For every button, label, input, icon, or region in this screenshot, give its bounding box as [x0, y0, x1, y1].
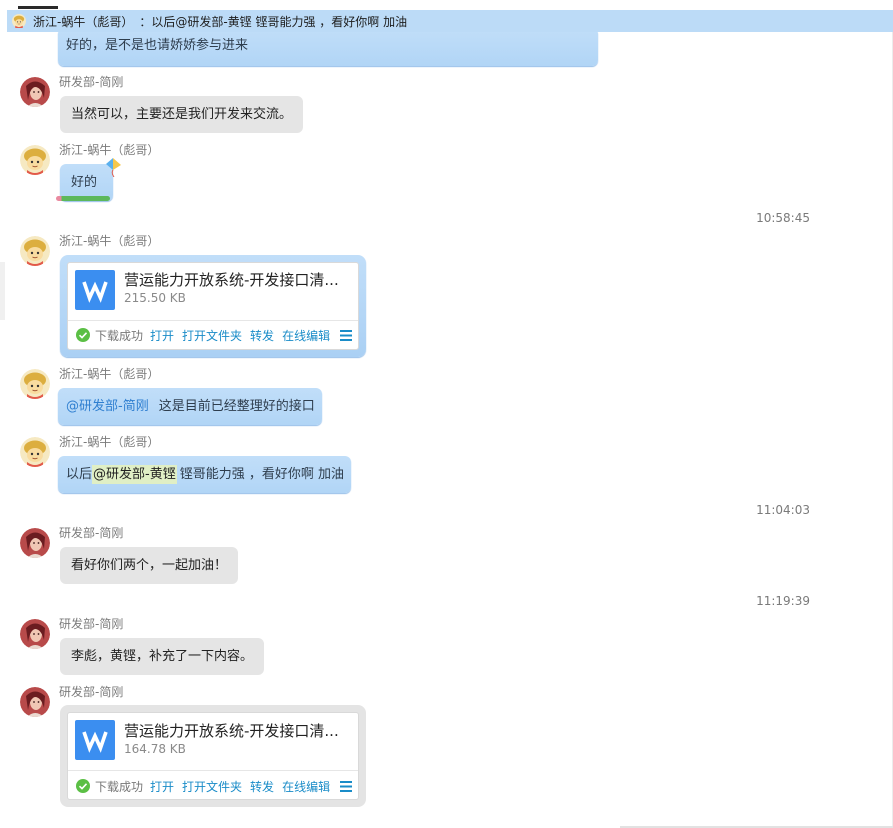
download-status: 下载成功: [95, 328, 144, 343]
message-bubble[interactable]: 当然可以，主要还是我们开发来交流。: [60, 96, 304, 133]
message-text: 好的，是不是也请娇娇参与进来: [66, 38, 249, 53]
menu-icon[interactable]: [340, 330, 352, 341]
file-action-bar: 下载成功 打开 打开文件夹 转发 在线编辑: [76, 777, 352, 795]
forward-link[interactable]: 转发: [250, 327, 274, 344]
active-tab-indicator: [18, 6, 58, 9]
message-text: 李彪，黄铿，补充了一下内容。: [71, 649, 254, 664]
word-file-icon[interactable]: [75, 720, 115, 760]
word-file-icon[interactable]: [75, 270, 115, 310]
sender-name[interactable]: 研发部-简刚: [59, 525, 123, 541]
download-success-icon: [76, 328, 90, 342]
file-name[interactable]: 营运能力开放系统-开发接口清...: [124, 270, 350, 290]
grass-decoration-icon: [56, 196, 110, 201]
message-text: 看好你们两个，一起加油！: [71, 558, 228, 573]
sender-name[interactable]: 研发部-简刚: [59, 684, 123, 700]
mention-highlight[interactable]: @研发部-黄铿: [92, 465, 177, 484]
online-edit-link[interactable]: 在线编辑: [282, 327, 330, 344]
file-card-body[interactable]: 营运能力开放系统-开发接口清... 215.50 KB 下载成功 打开 打开文件…: [67, 262, 359, 350]
left-panel-edge: [0, 262, 5, 320]
sender-name[interactable]: 研发部-简刚: [59, 74, 123, 90]
file-message-card[interactable]: 营运能力开放系统-开发接口清... 164.78 KB 下载成功 打开 打开文件…: [60, 705, 366, 807]
message-bubble[interactable]: 李彪，黄铿，补充了一下内容。: [60, 638, 265, 675]
banner-message: ：以后@研发部-黄铿 铿哥能力强 ，看好你啊 加油: [139, 14, 408, 29]
sender-name[interactable]: 浙江-蜗牛（彪哥）: [59, 434, 159, 450]
sender-avatar-icon: [12, 14, 26, 28]
open-folder-link[interactable]: 打开文件夹: [182, 778, 242, 795]
file-card-body[interactable]: 营运能力开放系统-开发接口清... 164.78 KB 下载成功 打开 打开文件…: [67, 712, 359, 800]
user-avatar-icon: [20, 437, 50, 467]
file-action-bar: 下载成功 打开 打开文件夹 转发 在线编辑: [76, 326, 352, 344]
mention-notice-banner[interactable]: 浙江-蜗牛（彪哥） ：以后@研发部-黄铿 铿哥能力强 ，看好你啊 加油: [7, 10, 893, 32]
message-prefix: 以后: [66, 467, 93, 482]
avatar[interactable]: [20, 145, 50, 175]
avatar[interactable]: [20, 528, 50, 558]
message-timestamp: 10:58:45: [756, 211, 810, 225]
divider: [68, 320, 358, 321]
avatar[interactable]: [20, 437, 50, 467]
user-avatar-icon: [20, 236, 50, 266]
file-size: 215.50 KB: [124, 291, 186, 305]
avatar[interactable]: [20, 619, 50, 649]
sender-name[interactable]: 浙江-蜗牛（彪哥）: [59, 142, 159, 158]
message-text: 这是目前已经整理好的接口: [158, 399, 315, 414]
message-bubble[interactable]: @研发部-简刚 这是目前已经整理好的接口: [58, 388, 322, 425]
download-status: 下载成功: [95, 779, 144, 794]
download-success-icon: [76, 779, 90, 793]
message-bubble[interactable]: 以后@研发部-黄铿 铿哥能力强 ，看好你啊 加油: [58, 456, 351, 493]
message-text: 当然可以，主要还是我们开发来交流。: [71, 107, 293, 122]
avatar[interactable]: [20, 687, 50, 717]
user-avatar-icon: [20, 619, 50, 649]
kite-decoration-icon: [106, 158, 121, 177]
sender-name[interactable]: 浙江-蜗牛（彪哥）: [59, 233, 159, 249]
user-avatar-icon: [20, 369, 50, 399]
message-timestamp: 11:04:03: [756, 503, 810, 517]
avatar[interactable]: [20, 236, 50, 266]
user-avatar-icon: [20, 77, 50, 107]
sender-name[interactable]: 浙江-蜗牛（彪哥）: [59, 366, 159, 382]
avatar[interactable]: [20, 77, 50, 107]
file-name[interactable]: 营运能力开放系统-开发接口清...: [124, 721, 350, 741]
message-text: 铿哥能力强 ，看好你啊 加油: [179, 467, 344, 482]
sender-name[interactable]: 研发部-简刚: [59, 616, 123, 632]
file-message-card[interactable]: 营运能力开放系统-开发接口清... 215.50 KB 下载成功 打开 打开文件…: [60, 255, 366, 357]
user-avatar-icon: [20, 528, 50, 558]
open-file-link[interactable]: 打开: [150, 327, 174, 344]
avatar[interactable]: [20, 369, 50, 399]
open-folder-link[interactable]: 打开文件夹: [182, 327, 242, 344]
mention-link[interactable]: @研发部-简刚: [66, 399, 149, 414]
user-avatar-icon: [20, 687, 50, 717]
divider: [68, 770, 358, 771]
online-edit-link[interactable]: 在线编辑: [282, 778, 330, 795]
message-bubble[interactable]: 看好你们两个，一起加油！: [60, 547, 239, 584]
open-file-link[interactable]: 打开: [150, 778, 174, 795]
message-bubble[interactable]: 好的，是不是也请娇娇参与进来: [58, 28, 598, 66]
banner-sender: 浙江-蜗牛（彪哥）: [33, 14, 134, 29]
forward-link[interactable]: 转发: [250, 778, 274, 795]
message-text: 好的: [71, 175, 98, 190]
file-size: 164.78 KB: [124, 742, 186, 756]
menu-icon[interactable]: [340, 781, 352, 792]
message-timestamp: 11:19:39: [756, 594, 810, 608]
user-avatar-icon: [20, 145, 50, 175]
